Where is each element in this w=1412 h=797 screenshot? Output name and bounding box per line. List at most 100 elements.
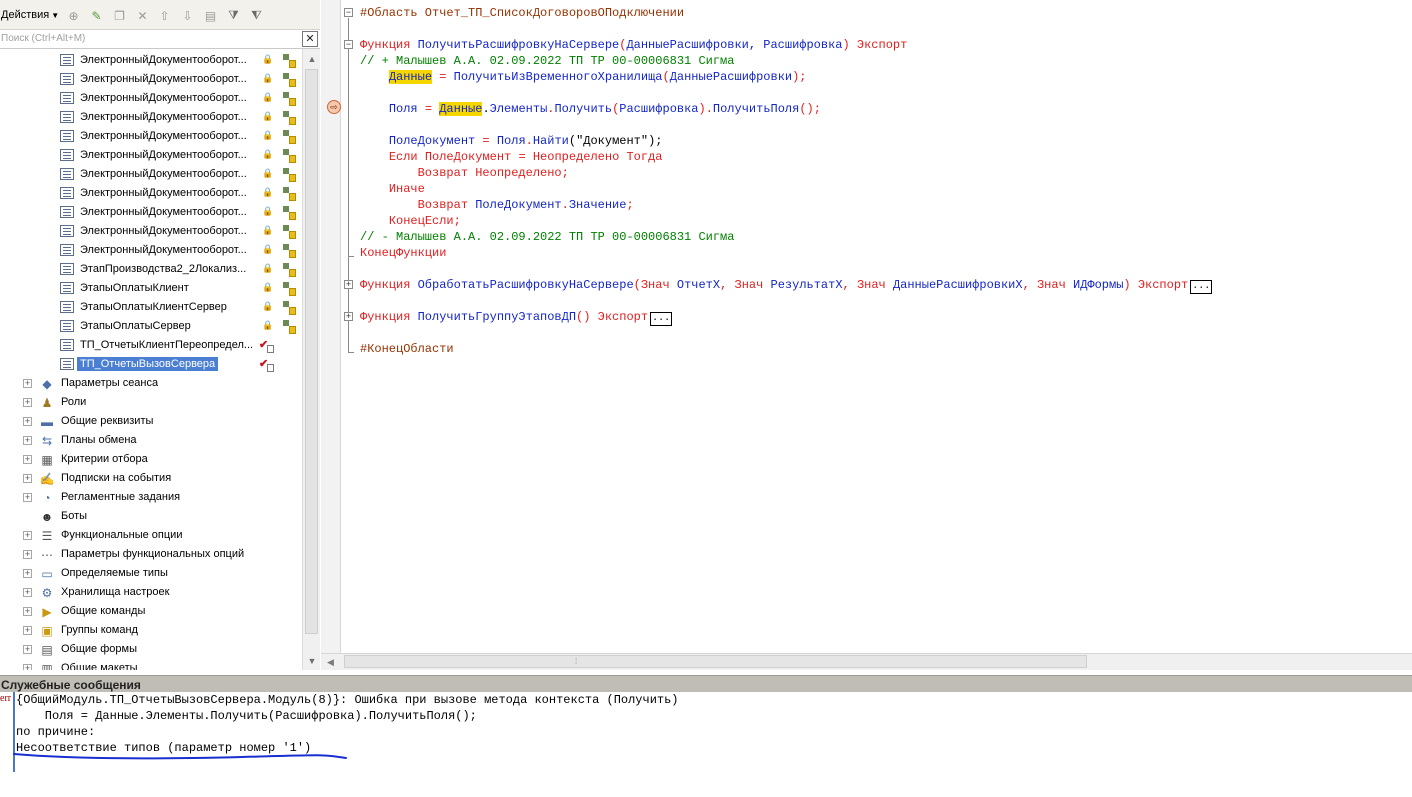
list-icon[interactable]: ▤ xyxy=(203,8,218,23)
tree-item[interactable]: ЭтапыОплатыКлиент 🔒 xyxy=(0,279,302,298)
keyword: Знач xyxy=(1036,278,1073,292)
grip-icon: ⁞ xyxy=(575,657,578,666)
tree-category-common-attributes[interactable]: + ▬ Общие реквизиты xyxy=(0,412,302,431)
tree-item-selected[interactable]: ТП_ОтчетыВызовСервера ✔ xyxy=(0,355,302,374)
expand-icon[interactable]: + xyxy=(23,645,32,654)
scroll-thumb[interactable]: ⁞ xyxy=(344,655,1087,668)
code-line: // + Малышев А.А. 02.09.2022 ТП ТР 00-00… xyxy=(360,53,1410,69)
tree-item[interactable]: ЭлектронныйДокументооборот... 🔒 xyxy=(0,70,302,89)
functional-options-icon: ☰ xyxy=(41,529,53,543)
tree-item[interactable]: ЭлектронныйДокументооборот... 🔒 xyxy=(0,203,302,222)
tree-category-bots[interactable]: ☻ Боты xyxy=(0,507,302,526)
editor-horizontal-scrollbar[interactable]: ◀ ⁞ xyxy=(321,653,1412,670)
scroll-up-icon[interactable]: ▲ xyxy=(306,54,318,64)
bots-icon: ☻ xyxy=(40,510,54,524)
lock-icon: 🔒 xyxy=(262,130,274,140)
expand-icon[interactable]: + xyxy=(23,626,32,635)
copy-icon[interactable]: ❐ xyxy=(112,8,127,23)
message-line[interactable]: по причине: xyxy=(16,724,95,740)
exchange-plans-icon: ⇆ xyxy=(41,434,53,448)
collapse-function-icon[interactable]: − xyxy=(344,40,353,49)
support-flag-icon xyxy=(281,224,297,240)
collapse-region-icon[interactable]: − xyxy=(344,8,353,17)
collapsed-block-button[interactable]: ... xyxy=(650,312,673,326)
lock-icon: 🔒 xyxy=(262,111,274,121)
tree-item[interactable]: ЭлектронныйДокументооборот... 🔒 xyxy=(0,127,302,146)
scroll-down-icon[interactable]: ▼ xyxy=(306,656,318,666)
expand-icon[interactable]: + xyxy=(23,550,32,559)
tree-item[interactable]: ЭлектронныйДокументооборот... 🔒 xyxy=(0,222,302,241)
delete-icon[interactable]: ✕ xyxy=(135,8,150,23)
tree-item[interactable]: ЭтапыОплатыКлиентСервер 🔒 xyxy=(0,298,302,317)
tree-item-label: ЭлектронныйДокументооборот... xyxy=(80,54,247,66)
tree-vertical-scrollbar[interactable]: ▲ ▼ xyxy=(302,49,320,670)
tree-item[interactable]: ЭлектронныйДокументооборот... 🔒 xyxy=(0,108,302,127)
scroll-thumb[interactable] xyxy=(305,69,318,634)
clear-filter-icon[interactable]: ⧨ xyxy=(249,8,264,23)
tree-item[interactable]: ЭтапыОплатыСервер 🔒 xyxy=(0,317,302,336)
scroll-left-icon[interactable]: ◀ xyxy=(327,657,334,668)
lock-icon: 🔒 xyxy=(262,187,274,197)
tree-item[interactable]: ЭлектронныйДокументооборот... 🔒 xyxy=(0,241,302,260)
tree-category-event-subscriptions[interactable]: + ✍ Подписки на события xyxy=(0,469,302,488)
check-out-flag-icon: ✔ xyxy=(259,338,275,354)
expand-icon[interactable]: + xyxy=(23,607,32,616)
module-icon xyxy=(60,130,74,142)
messages-list[interactable]: err {ОбщийМодуль.ТП_ОтчетыВызовСервера.М… xyxy=(0,692,1412,797)
tree-item[interactable]: ЭлектронныйДокументооборот... 🔒 xyxy=(0,51,302,70)
filter-icon[interactable]: ⧩ xyxy=(226,8,241,23)
keyword: Знач xyxy=(734,278,771,292)
support-flag-icon xyxy=(281,186,297,202)
tree-item[interactable]: ЭлектронныйДокументооборот... 🔒 xyxy=(0,89,302,108)
tree-category-common-templates[interactable]: + ▥ Общие макеты xyxy=(0,659,302,670)
tree-category-common-forms[interactable]: + ▤ Общие формы xyxy=(0,640,302,659)
expand-icon[interactable]: + xyxy=(23,474,32,483)
tree-category-defined-types[interactable]: + ▭ Определяемые типы xyxy=(0,564,302,583)
expand-function-icon[interactable]: + xyxy=(344,312,353,321)
tree-category-functional-option-params[interactable]: + ⋯ Параметры функциональных опций xyxy=(0,545,302,564)
execution-point-icon[interactable]: ⇨ xyxy=(327,100,341,114)
tree-category-exchange-plans[interactable]: + ⇆ Планы обмена xyxy=(0,431,302,450)
tree-category-scheduled-jobs[interactable]: + ◔ Регламентные задания xyxy=(0,488,302,507)
expand-icon[interactable]: + xyxy=(23,588,32,597)
actions-menu[interactable]: Действия ▼ xyxy=(1,9,59,21)
tree-category-roles[interactable]: + ♟ Роли xyxy=(0,393,302,412)
tree-category-settings-storage[interactable]: + ⚙ Хранилища настроек xyxy=(0,583,302,602)
tree-category-common-commands[interactable]: + ▶ Общие команды xyxy=(0,602,302,621)
add-icon[interactable]: ⊕ xyxy=(66,8,81,23)
expand-icon[interactable]: + xyxy=(23,436,32,445)
comma: , xyxy=(1022,278,1037,292)
move-down-icon[interactable]: ⇩ xyxy=(180,8,195,23)
expand-icon[interactable]: + xyxy=(23,417,32,426)
move-up-icon[interactable]: ⇧ xyxy=(157,8,172,23)
parameters: ДанныеРасшифровки, Расшифровка xyxy=(626,38,843,52)
expand-function-icon[interactable]: + xyxy=(344,280,353,289)
tree-category-command-groups[interactable]: + ▣ Группы команд xyxy=(0,621,302,640)
tree-item[interactable]: ЭтапПроизводства2_2Локализ... 🔒 xyxy=(0,260,302,279)
tree-category-filter-criteria[interactable]: + ▦ Критерии отбора xyxy=(0,450,302,469)
tree-item[interactable]: ЭлектронныйДокументооборот... 🔒 xyxy=(0,184,302,203)
tree-item[interactable]: ЭлектронныйДокументооборот... 🔒 xyxy=(0,165,302,184)
edit-icon[interactable]: ✎ xyxy=(89,8,104,23)
message-line[interactable]: {ОбщийМодуль.ТП_ОтчетыВызовСервера.Модул… xyxy=(16,692,679,708)
expand-icon[interactable]: + xyxy=(23,455,32,464)
expand-icon[interactable]: + xyxy=(23,531,32,540)
support-flag-icon xyxy=(281,129,297,145)
tree-item[interactable]: ЭлектронныйДокументооборот... 🔒 xyxy=(0,146,302,165)
identifier: Элементы xyxy=(489,102,548,116)
error-icon: err xyxy=(0,693,12,704)
expand-icon[interactable]: + xyxy=(23,379,32,388)
expand-icon[interactable]: + xyxy=(23,493,32,502)
search-input[interactable]: Поиск (Ctrl+Alt+M) ✕ xyxy=(0,30,320,49)
fold-guide-line xyxy=(348,50,349,256)
collapsed-block-button[interactable]: ... xyxy=(1190,280,1213,294)
expand-icon[interactable]: + xyxy=(23,398,32,407)
code-editor[interactable]: #Область Отчет_ТП_СписокДоговоровОПодклю… xyxy=(360,5,1410,357)
tree-category-functional-options[interactable]: + ☰ Функциональные опции xyxy=(0,526,302,545)
tree-category-session-params[interactable]: + ◆ Параметры сеанса xyxy=(0,374,302,393)
message-line[interactable]: Поля = Данные.Элементы.Получить(Расшифро… xyxy=(16,708,477,724)
close-icon[interactable]: ✕ xyxy=(302,31,318,47)
tree-category-label: Хранилища настроек xyxy=(61,586,170,598)
tree-item[interactable]: ТП_ОтчетыКлиентПереопредел... ✔ xyxy=(0,336,302,355)
expand-icon[interactable]: + xyxy=(23,569,32,578)
